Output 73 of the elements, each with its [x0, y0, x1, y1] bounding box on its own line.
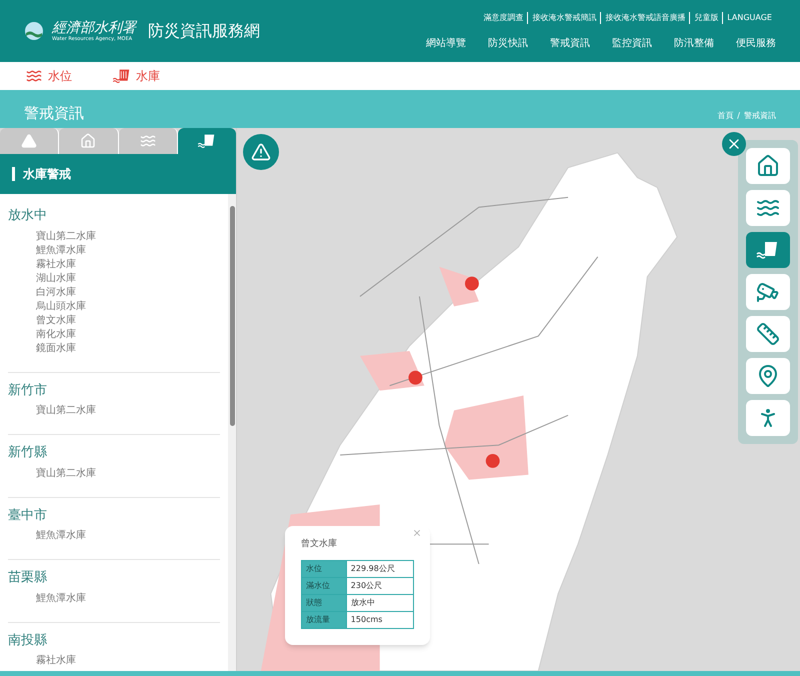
top-link[interactable]: 滿意度調查: [479, 12, 528, 24]
layer-button[interactable]: [746, 190, 790, 226]
top-link[interactable]: 兒童版: [689, 12, 722, 24]
nav-link[interactable]: 便民服務: [736, 36, 776, 50]
reservoir-link[interactable]: 南化水庫: [8, 328, 220, 342]
section-title: 水庫警戒: [23, 166, 71, 183]
layer-button[interactable]: [746, 358, 790, 394]
table-cell: 229.98公尺: [346, 560, 414, 577]
warning-icon: [251, 142, 271, 162]
table-cell: 狀態: [302, 594, 346, 611]
popup-title: 曾文水庫: [301, 538, 338, 551]
reservoir-link[interactable]: 寶山第二水庫: [8, 230, 220, 244]
layer-button[interactable]: [746, 274, 790, 310]
reservoir-link[interactable]: 鯉魚潭水庫: [8, 244, 220, 258]
scrollbar[interactable]: [228, 194, 236, 671]
warning-button[interactable]: [243, 134, 279, 170]
table-cell: 放流量: [302, 611, 346, 628]
table-cell: 230公尺: [346, 577, 414, 594]
layer-button[interactable]: [746, 232, 790, 268]
agency-logo-text: 經濟部水利署: [52, 20, 136, 34]
warning-icon: [19, 133, 40, 149]
nav-link[interactable]: 監控資訊: [612, 36, 652, 50]
sub-tab[interactable]: 水位: [24, 67, 72, 85]
sidebar-tab[interactable]: [178, 128, 236, 154]
group-title: 臺中市: [8, 506, 48, 524]
breadcrumb-separator: /: [737, 110, 740, 122]
reservoir-link[interactable]: 白河水庫: [8, 286, 220, 300]
group-title: 新竹市: [8, 382, 48, 400]
group-title: 南投縣: [8, 632, 48, 650]
dam-icon: [196, 133, 217, 149]
top-link[interactable]: 接收淹水警戒語音廣播: [600, 12, 690, 24]
reservoir-link[interactable]: 寶山第二水庫: [8, 404, 220, 418]
nav-link[interactable]: 警戒資訊: [550, 36, 590, 50]
nav-link[interactable]: 防災快訊: [488, 36, 528, 50]
reservoir-link[interactable]: 烏山頭水庫: [8, 300, 220, 314]
top-link[interactable]: 接收淹水警戒簡訊: [527, 12, 600, 24]
breadcrumb-link[interactable]: 首頁: [717, 110, 734, 122]
site-title: 防災資訊服務網: [148, 20, 260, 42]
table-cell: 150cms: [346, 611, 414, 628]
layer-button[interactable]: [746, 316, 790, 352]
dam-icon: [112, 68, 132, 84]
table-cell: 水位: [302, 560, 346, 577]
reservoir-link[interactable]: 霧社水庫: [8, 654, 220, 668]
reservoir-link[interactable]: 霧社水庫: [8, 258, 220, 272]
breadcrumb-link[interactable]: 警戒資訊: [744, 110, 776, 122]
section-marker: [12, 167, 15, 181]
reservoir-link[interactable]: 鯉魚潭水庫: [8, 592, 220, 606]
pin-icon: [756, 364, 780, 388]
reservoir-link[interactable]: 鏡面水庫: [8, 342, 220, 356]
reservoir-link[interactable]: 湖山水庫: [8, 272, 220, 286]
page-heading: 警戒資訊: [24, 102, 84, 124]
layer-button[interactable]: [746, 148, 790, 184]
sub-tab[interactable]: 水庫: [112, 67, 160, 85]
reservoir-link[interactable]: 鯉魚潭水庫: [8, 529, 220, 543]
waves-icon: [138, 133, 158, 149]
table-cell: 滿水位: [302, 577, 346, 594]
agency-logo-icon: [24, 21, 44, 41]
table-cell: 放水中: [346, 594, 414, 611]
waves-icon: [24, 68, 44, 84]
camera-icon: [756, 280, 780, 304]
close-button[interactable]: [722, 132, 746, 156]
nav-link[interactable]: 網站導覽: [426, 36, 466, 50]
group-title: 放水中: [8, 207, 48, 225]
reservoir-link[interactable]: 曾文水庫: [8, 314, 220, 328]
group-title: 新竹縣: [8, 444, 48, 462]
layer-button[interactable]: [746, 400, 790, 436]
gauge-icon: [756, 322, 780, 346]
popup-close-icon[interactable]: [412, 528, 422, 538]
reservoir-link[interactable]: 寶山第二水庫: [8, 466, 220, 480]
house-icon: [756, 154, 780, 178]
top-link[interactable]: LANGUAGE: [722, 12, 776, 24]
nav-link[interactable]: 防汛整備: [674, 36, 714, 50]
group-title: 苗栗縣: [8, 569, 48, 587]
